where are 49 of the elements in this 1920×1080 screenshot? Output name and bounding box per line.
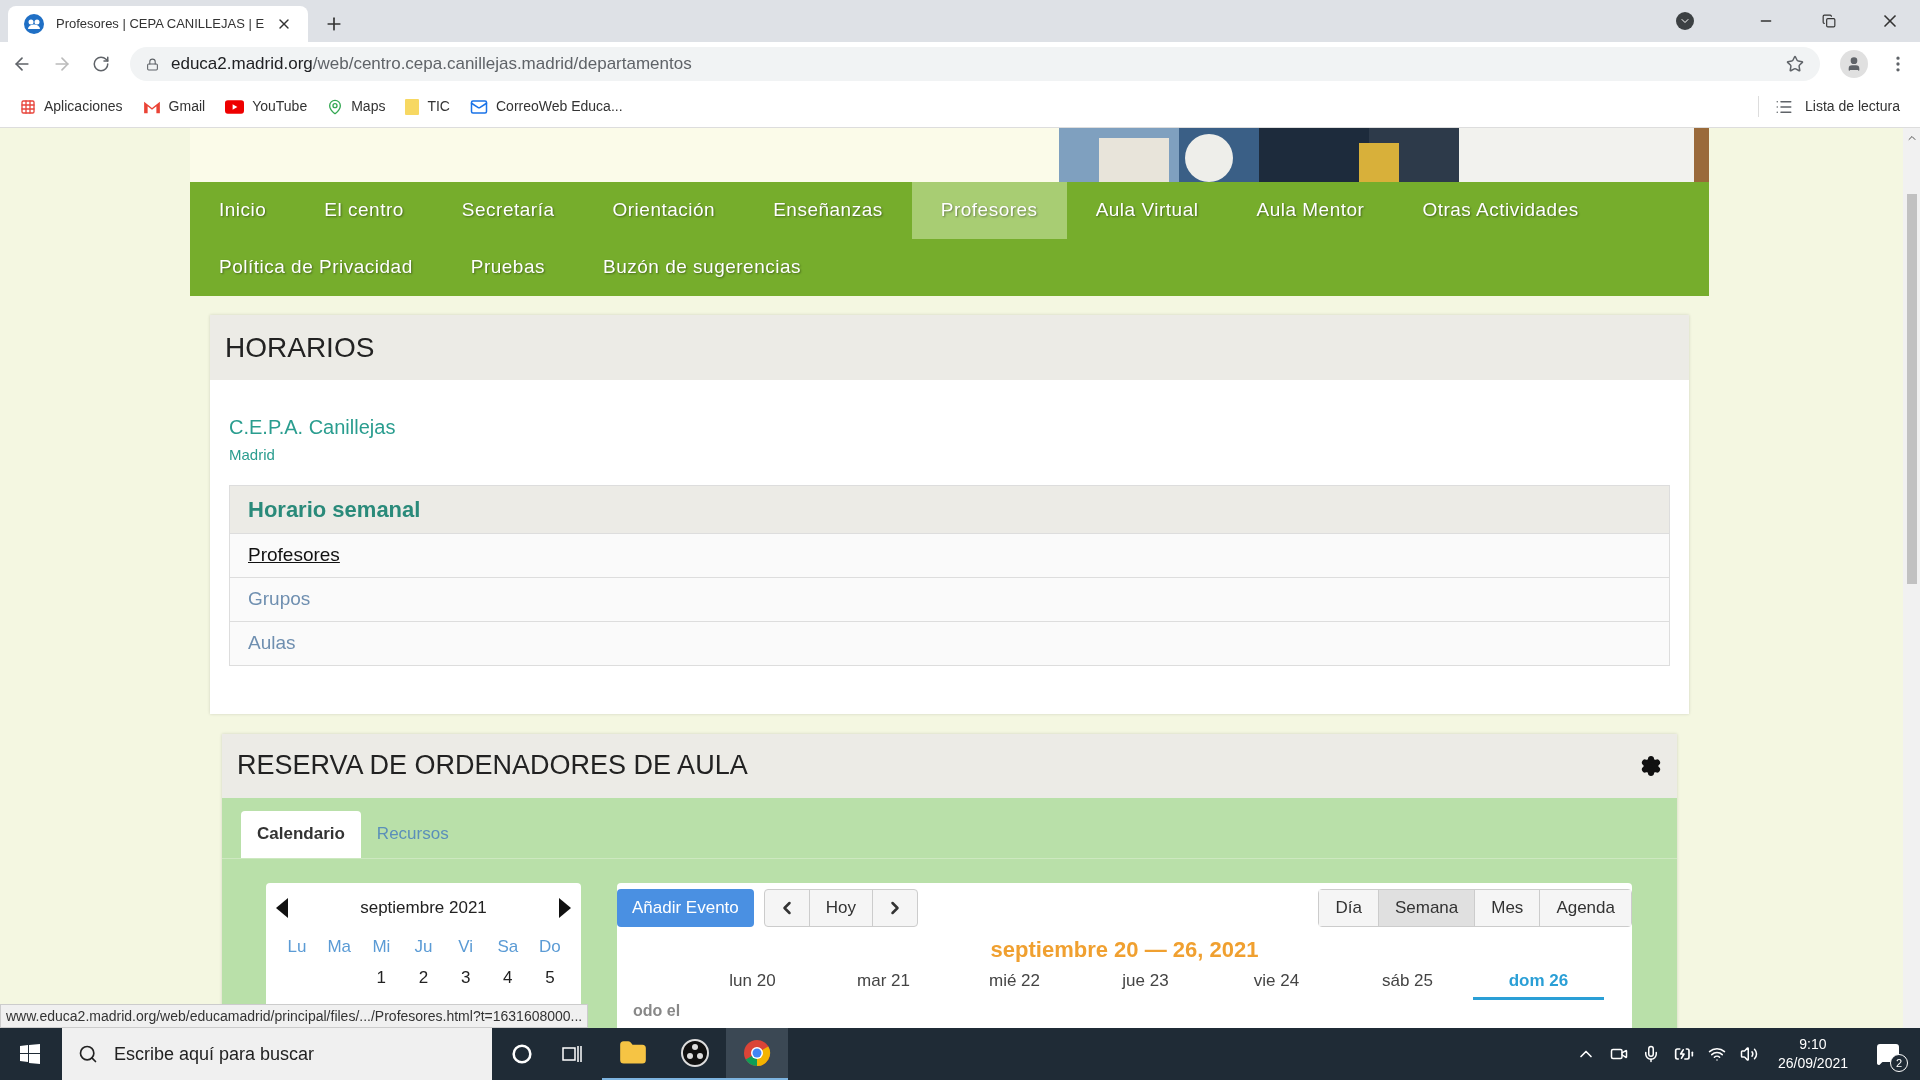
bookmark[interactable]: CorreoWeb Educa... [470,96,623,117]
weekday-label: Lu [286,935,308,958]
city-text: Madrid [229,445,276,465]
day-header[interactable]: mar 21 [818,967,949,1000]
weekday-label: Vi [457,935,475,958]
status-bubble: www.educa2.madrid.org/web/educamadrid/principal/files/.../Profesores.html?t=1631608000... [0,1004,589,1028]
address-bar[interactable]: educa2.madrid.org/web/centro.cepa.canillejas.madrid/departamentos [130,47,1820,81]
view-button[interactable]: Agenda [1539,889,1631,926]
day-header[interactable]: mié 22 [949,967,1080,1000]
clock-time: 9:10 [1799,1035,1827,1054]
all-day-label: odo el [633,1002,681,1020]
notification-count: 2 [1890,1054,1908,1072]
weekday-label: Sa [496,935,520,958]
weekday-label: Do [538,935,562,958]
bookmark[interactable]: YouTube [225,96,308,117]
month-label: septiembre 2021 [360,896,487,919]
view-button[interactable]: Semana [1377,889,1475,926]
day-number[interactable]: 1 [360,961,403,993]
weekday-label: Mi [371,935,392,958]
schedule-link[interactable]: Profesores [248,540,340,570]
date-range-title: septiembre 20 — 26, 2021 [989,935,1260,964]
browser-tab[interactable]: Profesores | CEPA CANILLEJAS | E [8,6,308,42]
url-text: educa2.madrid.org/web/centro.cepa.canillejas.madrid/departamentos [171,53,692,76]
bookmark[interactable]: Gmail [142,96,206,117]
search-placeholder: Escribe aquí para buscar [114,1042,315,1066]
panel-title: RESERVA DE ORDENADORES DE AULA [237,749,748,783]
panel-title: HORARIOS [225,330,375,365]
day-number[interactable]: 3 [444,961,487,993]
day-header[interactable]: lun 20 [687,967,818,1000]
day-header[interactable]: vie 24 [1211,967,1342,1000]
day-header[interactable]: sáb 25 [1342,967,1473,1000]
clock[interactable]: 9:10 26/09/2021 [1771,1035,1854,1073]
tab-title: Profesores | CEPA CANILLEJAS | E [56,15,265,34]
bookmark[interactable]: Aplicaciones [20,96,123,117]
weekday-label: Ma [326,935,352,958]
day-number[interactable]: 5 [528,961,571,993]
weekday-label: Ju [413,935,434,958]
view-button[interactable]: Mes [1474,889,1540,926]
day-header[interactable]: jue 23 [1080,967,1211,1000]
schedule-title: Horario semanal [248,495,421,524]
bookmark[interactable]: Maps [327,96,386,117]
reading-list-link[interactable]: Lista de lectura [1805,96,1900,117]
panel-tab[interactable]: Calendario [241,810,361,858]
view-button[interactable]: Día [1319,889,1378,926]
clock-date: 26/09/2021 [1777,1054,1848,1073]
day-number[interactable]: 4 [486,961,529,993]
taskbar-search-field[interactable]: Escribe aquí para buscar [62,1028,492,1080]
bookmark[interactable]: TIC [405,96,450,117]
day-number[interactable]: 2 [402,961,445,993]
